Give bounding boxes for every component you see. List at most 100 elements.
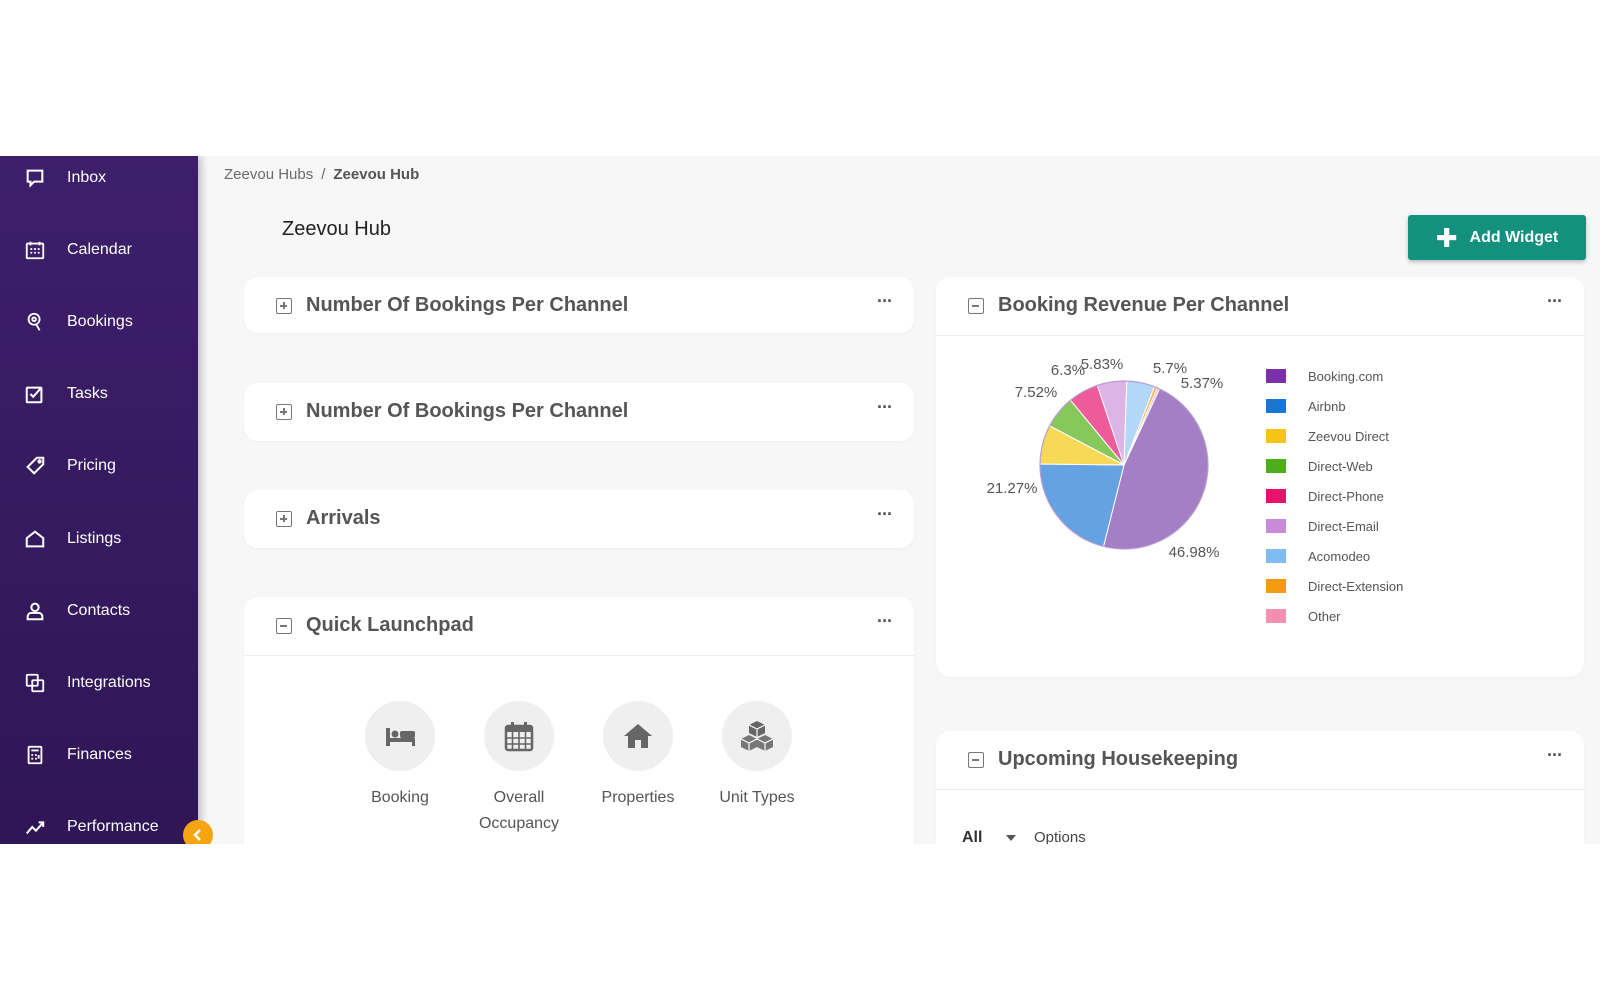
widget-title: Quick Launchpad <box>306 614 474 636</box>
sidebar-item-bookings[interactable]: Bookings <box>0 297 198 347</box>
launchpad-booking[interactable]: Booking <box>345 701 455 811</box>
checkbox-icon <box>24 383 46 405</box>
cubes-icon <box>722 701 792 771</box>
housekeeping-options-button[interactable]: Options <box>1034 829 1086 844</box>
widget-title: Upcoming Housekeeping <box>998 748 1239 770</box>
widget-booking-revenue: Booking Revenue Per Channel ··· 46.98% 21… <box>936 277 1584 677</box>
launchpad-label: Booking <box>371 789 429 806</box>
expand-icon[interactable] <box>276 404 292 420</box>
widget-title: Number Of Bookings Per Channel <box>306 400 629 422</box>
sidebar-item-calendar[interactable]: Calendar <box>0 225 198 275</box>
legend-swatch <box>1266 369 1286 383</box>
sidebar-item-inbox[interactable]: Inbox <box>0 156 198 203</box>
widget-title: Number Of Bookings Per Channel <box>306 294 629 316</box>
launchpad-label: Overall Occupancy <box>478 789 560 832</box>
page-title: Zeevou Hub <box>282 218 391 240</box>
legend-label: Direct-Web <box>1308 458 1373 474</box>
home-icon <box>24 528 46 550</box>
add-widget-button[interactable]: ✚ Add Widget <box>1408 215 1586 260</box>
chart-line-icon <box>24 816 46 838</box>
legend-swatch <box>1266 549 1286 563</box>
legend-swatch <box>1266 489 1286 503</box>
sidebar-item-finances[interactable]: Finances <box>0 730 198 780</box>
more-options-icon[interactable]: ··· <box>877 611 893 632</box>
legend-item-zeevou-direct[interactable]: Zeevou Direct <box>1266 426 1389 446</box>
launchpad-overall-occupancy[interactable]: Overall Occupancy <box>464 701 574 837</box>
chat-icon <box>24 167 46 189</box>
expand-icon[interactable] <box>276 298 292 314</box>
legend-item-direct-email[interactable]: Direct-Email <box>1266 516 1379 536</box>
legend-swatch <box>1266 609 1286 623</box>
legend-label: Other <box>1308 608 1341 624</box>
breadcrumb-current: Zeevou Hub <box>333 166 420 183</box>
more-options-icon[interactable]: ··· <box>1547 745 1563 766</box>
widget-bookings-per-channel: Number Of Bookings Per Channel ··· <box>244 383 914 441</box>
sidebar-item-label: Performance <box>67 818 159 835</box>
pie-data-label: 46.98% <box>1169 544 1220 561</box>
breadcrumb-separator: / <box>321 166 326 183</box>
launchpad-label: Unit Types <box>719 789 795 806</box>
card-divider <box>244 655 914 656</box>
bed-icon <box>365 701 435 771</box>
add-widget-label: Add Widget <box>1469 228 1559 246</box>
sidebar-item-label: Tasks <box>67 385 108 402</box>
breadcrumb: Zeevou Hubs / Zeevou Hub <box>224 166 419 183</box>
sidebar-item-label: Contacts <box>67 602 131 619</box>
widget-upcoming-housekeeping: Upcoming Housekeeping ··· All Options <box>936 731 1584 844</box>
sidebar-item-performance[interactable]: Performance <box>0 802 198 844</box>
collapse-icon[interactable] <box>968 752 984 768</box>
legend-swatch <box>1266 429 1286 443</box>
more-options-icon[interactable]: ··· <box>877 291 893 312</box>
breadcrumb-parent-link[interactable]: Zeevou Hubs <box>224 166 313 183</box>
sidebar-item-tasks[interactable]: Tasks <box>0 369 198 419</box>
legend-label: Direct-Email <box>1308 518 1379 534</box>
sidebar-collapse-button[interactable] <box>183 820 213 844</box>
widget-bookings-per-channel: Number Of Bookings Per Channel ··· <box>244 277 914 333</box>
housekeeping-filter-select[interactable]: All <box>962 829 982 844</box>
legend-label: Booking.com <box>1308 368 1384 384</box>
more-options-icon[interactable]: ··· <box>877 397 893 418</box>
legend-swatch <box>1266 519 1286 533</box>
legend-item-acomodeo[interactable]: Acomodeo <box>1266 546 1370 566</box>
legend-label: Zeevou Direct <box>1308 428 1389 444</box>
launchpad-properties[interactable]: Properties <box>583 701 693 811</box>
calendar-grid-icon <box>484 701 554 771</box>
pie-data-label: 5.37% <box>1181 375 1224 392</box>
expand-icon[interactable] <box>276 511 292 527</box>
legend-label: Direct-Extension <box>1308 578 1404 594</box>
sidebar-item-label: Calendar <box>67 241 132 258</box>
calculator-icon <box>24 744 46 766</box>
plus-icon: ✚ <box>1435 222 1458 253</box>
legend-item-direct-web[interactable]: Direct-Web <box>1266 456 1373 476</box>
sidebar-item-contacts[interactable]: Contacts <box>0 586 198 636</box>
sidebar-item-label: Listings <box>67 530 122 547</box>
legend-item-direct-phone[interactable]: Direct-Phone <box>1266 486 1384 506</box>
more-options-icon[interactable]: ··· <box>877 504 893 525</box>
legend-item-direct-extension[interactable]: Direct-Extension <box>1266 576 1403 596</box>
sidebar-item-integrations[interactable]: Integrations <box>0 658 198 708</box>
legend-item-airbnb[interactable]: Airbnb <box>1266 396 1346 416</box>
widget-arrivals: Arrivals ··· <box>244 490 914 548</box>
sidebar-item-label: Bookings <box>67 313 133 330</box>
caret-down-icon[interactable] <box>1006 835 1016 841</box>
user-icon <box>24 600 46 622</box>
legend-label: Acomodeo <box>1308 548 1371 564</box>
widget-quick-launchpad: Quick Launchpad ··· Booking Overall Occu… <box>244 597 914 844</box>
tag-icon <box>24 455 46 477</box>
sidebar: Inbox Calendar Bookings Tasks Pricing Li… <box>0 156 198 844</box>
launchpad-unit-types[interactable]: Unit Types <box>702 701 812 811</box>
legend-item-booking-com[interactable]: Booking.com <box>1266 366 1383 386</box>
sidebar-item-label: Integrations <box>67 674 151 691</box>
sidebar-item-pricing[interactable]: Pricing <box>0 441 198 491</box>
sidebar-item-listings[interactable]: Listings <box>0 514 198 564</box>
location-icon <box>24 311 46 333</box>
pie-data-label: 7.52% <box>1015 384 1058 401</box>
sidebar-item-label: Finances <box>67 746 132 763</box>
legend-swatch <box>1266 399 1286 413</box>
house-icon <box>603 701 673 771</box>
collapse-icon[interactable] <box>276 618 292 634</box>
card-divider <box>936 789 1584 790</box>
legend-item-other[interactable]: Other <box>1266 606 1341 626</box>
revenue-pie-chart: 46.98%21.27%7.52%6.3%5.83% 5.7%5.37% <box>987 356 1224 561</box>
launchpad-label: Properties <box>601 789 675 806</box>
